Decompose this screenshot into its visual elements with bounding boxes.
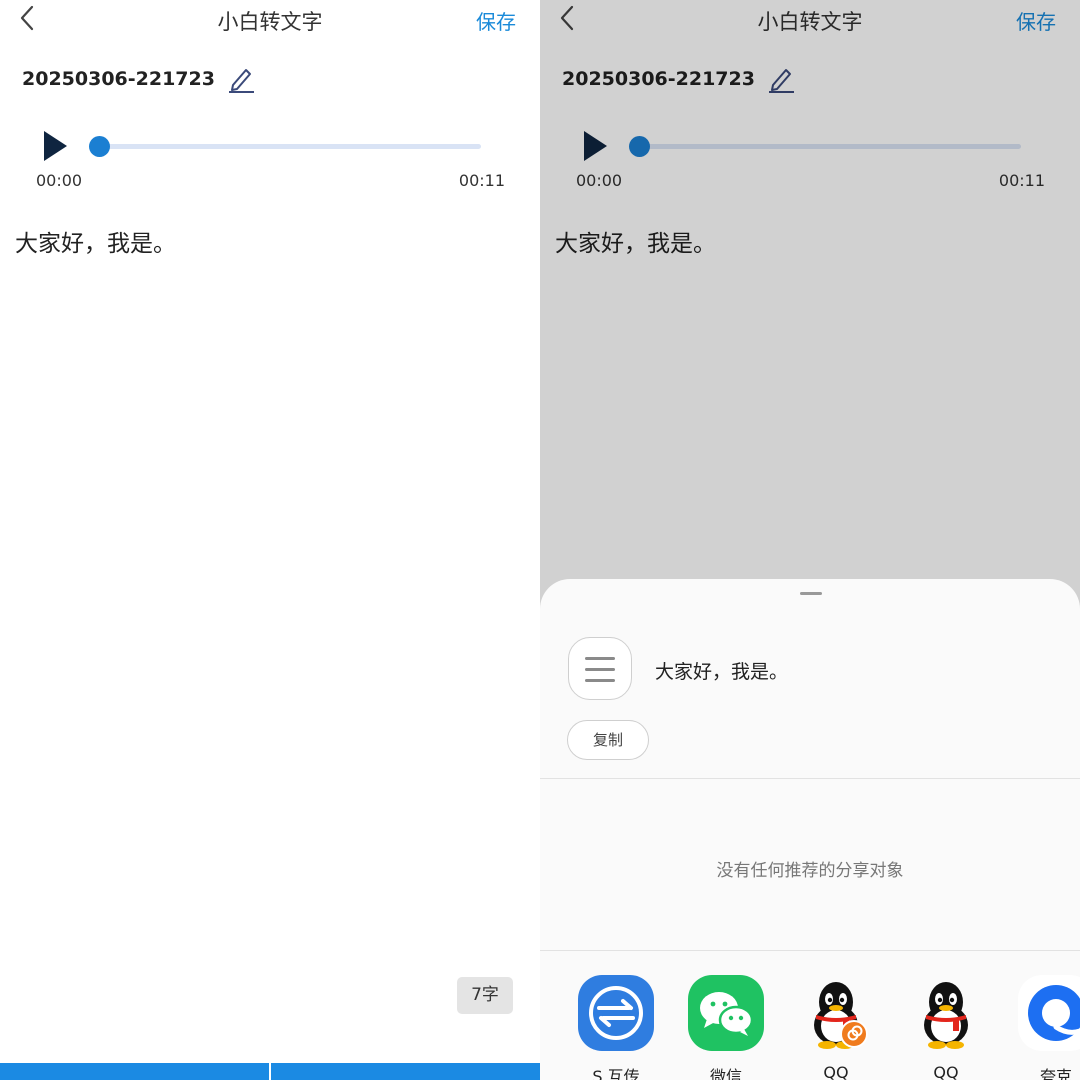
transcript-text: 大家好，我是。 — [555, 231, 716, 257]
pencil-icon[interactable] — [767, 64, 795, 94]
share-app-quark[interactable]: 夸克 — [1018, 975, 1080, 1080]
progress-knob[interactable] — [89, 136, 110, 157]
page-title: 小白转文字 — [217, 10, 323, 34]
app-label: QQ — [933, 1063, 959, 1080]
total-time: 00:11 — [998, 171, 1045, 190]
sheet-drag-handle[interactable] — [800, 592, 822, 595]
file-name-row: 20250306-221723 — [22, 64, 255, 94]
main-screen: 小白转文字 保存 20250306-221723 00:00 00:11 大家好… — [0, 0, 540, 1080]
page-title: 小白转文字 — [757, 10, 863, 34]
app-label: 微信 — [709, 1067, 742, 1080]
share-preview-text: 大家好，我是。 — [655, 661, 789, 683]
transcript-text[interactable]: 大家好，我是。 — [15, 224, 176, 258]
current-time: 00:00 — [576, 171, 623, 190]
divider — [540, 950, 1080, 951]
audio-player: 00:00 00:11 — [0, 125, 540, 195]
play-icon[interactable] — [42, 130, 68, 162]
current-time: 00:00 — [36, 171, 83, 190]
bottom-action-bar[interactable] — [0, 1063, 540, 1080]
share-app-qq[interactable]: QQ — [798, 975, 874, 1080]
divider — [540, 778, 1080, 779]
file-name-row: 20250306-221723 — [562, 64, 795, 94]
share-app-qq[interactable]: QQ — [908, 975, 984, 1080]
app-label: 夸克 — [1039, 1067, 1072, 1080]
qq-icon — [814, 982, 868, 1049]
app-label: QQ — [823, 1063, 849, 1080]
audio-player: 00:00 00:11 — [540, 125, 1080, 195]
app-label: S 互传 — [592, 1067, 640, 1080]
file-name: 20250306-221723 — [562, 68, 755, 90]
top-bar: 小白转文字 保存 — [540, 0, 1080, 40]
progress-track[interactable] — [640, 144, 1021, 149]
progress-track[interactable] — [100, 144, 481, 149]
save-button[interactable]: 保存 — [1016, 6, 1056, 35]
copy-button[interactable]: 复制 — [567, 720, 649, 760]
share-app-list: S 互传 微信 QQ QQ 夸克 — [540, 972, 1080, 1080]
share-sheet: 大家好，我是。 复制 没有任何推荐的分享对象 S 互传 微信 QQ QQ 夸克 — [540, 579, 1080, 1080]
empty-recommendations: 没有任何推荐的分享对象 — [716, 861, 904, 881]
document-lines-icon — [568, 637, 632, 700]
progress-knob[interactable] — [629, 136, 650, 157]
save-button[interactable]: 保存 — [476, 6, 516, 35]
quark-icon — [1018, 975, 1080, 1051]
qq-icon — [924, 982, 968, 1049]
file-name: 20250306-221723 — [22, 68, 215, 90]
total-time: 00:11 — [458, 171, 505, 190]
top-bar: 小白转文字 保存 — [0, 0, 540, 40]
bottom-bar-divider — [269, 1063, 271, 1080]
wechat-icon — [688, 975, 764, 1051]
share-app-s-transfer[interactable]: S 互传 — [578, 975, 654, 1080]
share-screen: 小白转文字 保存 20250306-221723 00:00 00:11 大家好… — [540, 0, 1080, 1080]
char-count-badge: 7字 — [457, 977, 513, 1014]
pencil-icon[interactable] — [227, 64, 255, 94]
s-transfer-icon — [578, 975, 654, 1051]
play-icon[interactable] — [582, 130, 608, 162]
share-app-wechat[interactable]: 微信 — [688, 975, 764, 1080]
